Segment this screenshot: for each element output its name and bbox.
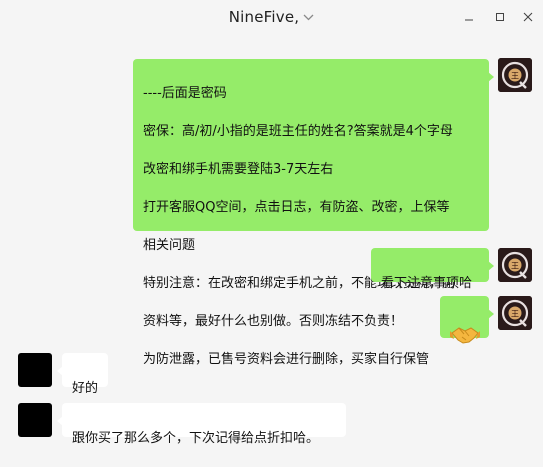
message-bubble[interactable]: 跟你买了那么多个，下次记得给点折扣哈。 (57, 403, 346, 446)
message-line: 为防泄露，已售号资料会进行删除，买家自行保管 (143, 352, 430, 367)
chevron-down-icon[interactable] (303, 10, 314, 24)
handshake-emoji (450, 327, 480, 344)
chat-title-text: NineFive, (228, 8, 300, 26)
q-avatar[interactable]: 王 (498, 58, 532, 92)
svg-text:王: 王 (511, 262, 519, 271)
message-line: 密保：高/初/小指的是班主任的姓名?答案就是4个字母 (143, 124, 453, 139)
message-bubble[interactable]: 好的 (57, 353, 108, 396)
message-bubble[interactable]: 看下注意事项哈 (371, 248, 494, 291)
message-text: 看下注意事项哈 (381, 276, 473, 291)
message-bubble[interactable] (440, 296, 494, 344)
maximize-icon[interactable] (488, 6, 512, 28)
q-avatar[interactable]: 王 (498, 248, 532, 282)
black-avatar[interactable] (18, 403, 52, 437)
black-avatar[interactable] (18, 353, 52, 387)
message-line: 改密和绑手机需要登陆3-7天左右 (143, 162, 334, 177)
message-line: ----后面是密码 (143, 86, 227, 101)
message-line: 资料等，最好什么也别做。否则冻结不负责！ (143, 314, 404, 329)
svg-text:王: 王 (511, 72, 519, 81)
q-avatar[interactable]: 王 (498, 296, 532, 330)
message-bubble[interactable]: ----后面是密码 密保：高/初/小指的是班主任的姓名?答案就是4个字母 改密和… (133, 59, 494, 367)
minimize-icon[interactable] (457, 6, 481, 28)
title-bar: NineFive, (0, 0, 543, 40)
close-icon[interactable] (516, 6, 540, 28)
message-text: 好的 (72, 381, 99, 396)
message-text: 跟你买了那么多个，下次记得给点折扣哈。 (72, 431, 320, 446)
svg-text:王: 王 (511, 310, 519, 319)
message-line: 打开客服QQ空间，点击日志，有防盗、改密，上保等 (143, 200, 450, 215)
